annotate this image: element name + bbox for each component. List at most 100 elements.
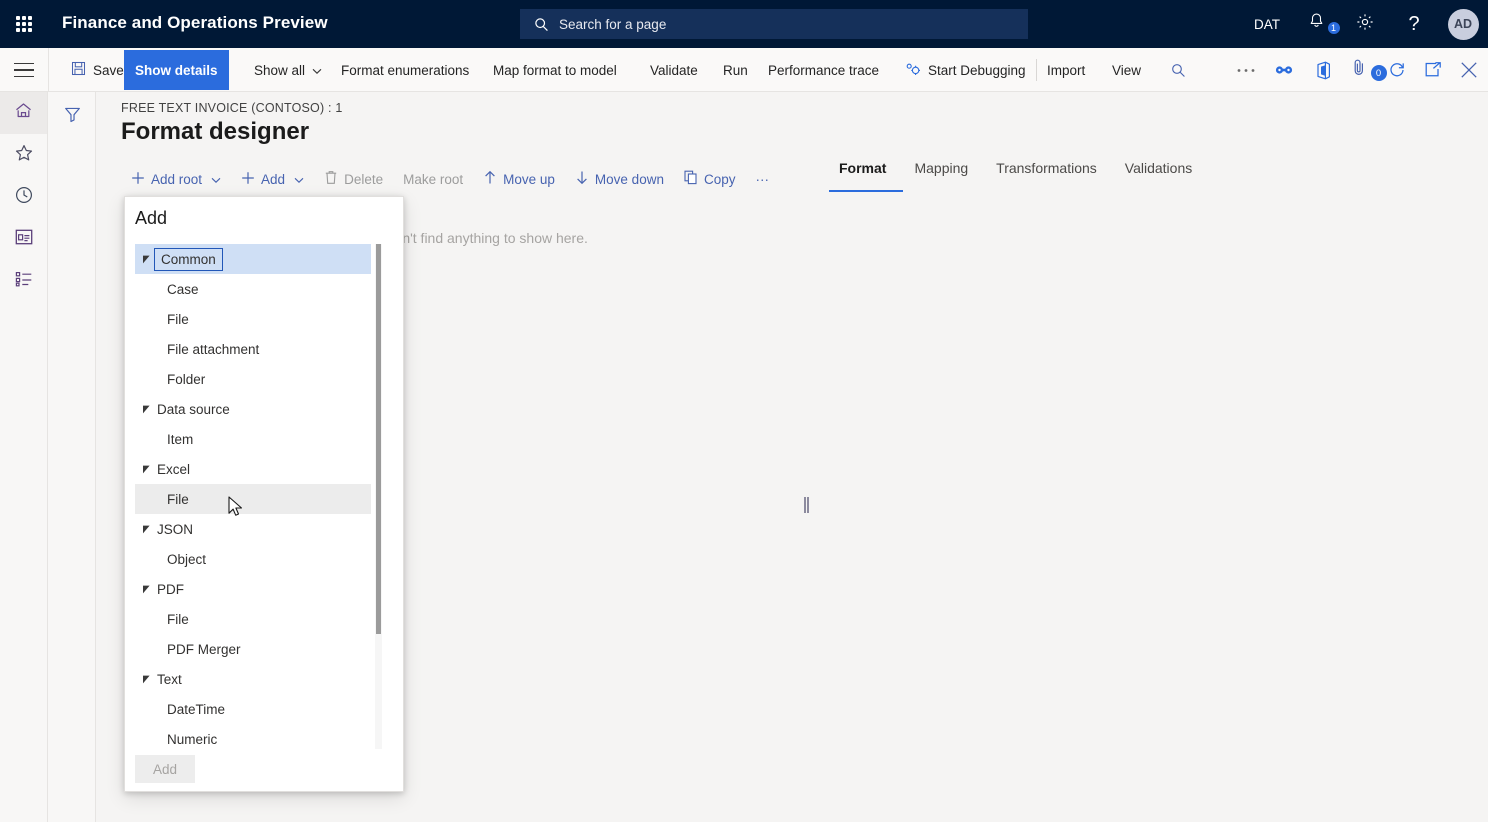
show-details-button[interactable]: Show details xyxy=(124,50,229,90)
tab-format[interactable]: Format xyxy=(825,160,900,190)
tab-mapping[interactable]: Mapping xyxy=(900,160,982,190)
overflow-ellipsis-icon[interactable] xyxy=(1227,48,1265,92)
expander-icon[interactable] xyxy=(135,465,157,474)
command-bar: Save Show details Show all Format enumer… xyxy=(0,48,1488,92)
link-icon[interactable] xyxy=(1265,48,1303,92)
tree-item-datetime[interactable]: DateTime xyxy=(135,694,371,724)
show-all-label: Show all xyxy=(254,63,305,78)
star-icon xyxy=(14,143,34,168)
app-launcher-icon[interactable] xyxy=(13,13,35,35)
expander-icon[interactable] xyxy=(135,585,157,594)
filter-icon[interactable] xyxy=(58,100,86,128)
move-down-button[interactable]: Move down xyxy=(565,163,674,195)
tree-group-excel[interactable]: Excel xyxy=(135,454,371,484)
tree-group-json[interactable]: JSON xyxy=(135,514,371,544)
add-root-button[interactable]: Add root xyxy=(121,163,231,195)
performance-trace-button[interactable]: Performance trace xyxy=(757,48,890,92)
move-down-label: Move down xyxy=(595,172,664,187)
sidebar-item-modules[interactable] xyxy=(0,260,47,302)
tree-item-label: Case xyxy=(167,282,199,297)
start-debugging-button[interactable]: Start Debugging xyxy=(894,48,1037,92)
tree-item-numeric[interactable]: Numeric xyxy=(135,724,371,749)
active-tab-underline xyxy=(829,190,903,192)
search-icon[interactable] xyxy=(1159,48,1197,92)
chevron-down-icon xyxy=(294,172,304,187)
tab-transformations[interactable]: Transformations xyxy=(982,160,1111,190)
tree-item-label: File xyxy=(167,312,189,327)
sidebar-item-home[interactable] xyxy=(0,92,47,134)
app-header: Finance and Operations Preview Search fo… xyxy=(0,0,1488,48)
global-search-input[interactable]: Search for a page xyxy=(520,9,1028,39)
tree-item-item[interactable]: Item xyxy=(135,424,371,454)
tree-item-pdf-file[interactable]: File xyxy=(135,604,371,634)
node-type-tree[interactable]: Common Case File File attachment Folder … xyxy=(135,244,381,749)
tree-item-common[interactable]: Common xyxy=(135,244,371,274)
add-button[interactable]: Add xyxy=(231,163,314,195)
expander-icon[interactable] xyxy=(135,405,157,414)
save-label: Save xyxy=(93,63,124,78)
tree-scrollbar-thumb[interactable] xyxy=(376,244,381,634)
sidebar-item-recent[interactable] xyxy=(0,176,47,218)
view-label: View xyxy=(1112,63,1141,78)
run-button[interactable]: Run xyxy=(712,48,759,92)
search-placeholder-text: Search for a page xyxy=(559,17,666,32)
modules-list-icon xyxy=(14,270,34,293)
gear-icon xyxy=(1355,12,1375,37)
tab-validations[interactable]: Validations xyxy=(1111,160,1206,190)
move-up-label: Move up xyxy=(503,172,555,187)
more-actions-button[interactable]: ··· xyxy=(745,163,779,195)
tree-item-common-file[interactable]: File xyxy=(135,304,371,334)
open-in-new-window-icon[interactable] xyxy=(1414,48,1452,92)
notifications-button[interactable]: 1 xyxy=(1298,0,1334,48)
avatar[interactable]: AD xyxy=(1445,0,1481,48)
map-format-to-model-label: Map format to model xyxy=(493,63,617,78)
sidebar-item-workspaces[interactable] xyxy=(0,218,47,260)
tree-item-file-attachment[interactable]: File attachment xyxy=(135,334,371,364)
save-icon xyxy=(71,61,86,79)
plus-icon xyxy=(131,171,145,188)
expander-icon[interactable] xyxy=(135,525,157,534)
view-button[interactable]: View xyxy=(1101,48,1152,92)
trash-icon xyxy=(324,170,338,188)
run-label: Run xyxy=(723,63,748,78)
office-app-icon[interactable] xyxy=(1303,48,1341,92)
tree-item-object[interactable]: Object xyxy=(135,544,371,574)
import-button[interactable]: Import xyxy=(1036,48,1096,92)
start-debugging-label: Start Debugging xyxy=(928,63,1026,78)
navigation-rail xyxy=(0,92,48,822)
attachments-icon[interactable]: 0 xyxy=(1340,48,1378,92)
tree-item-excel-file[interactable]: File xyxy=(135,484,371,514)
pane-splitter-handle[interactable] xyxy=(804,497,810,513)
tree-item-folder[interactable]: Folder xyxy=(135,364,371,394)
arrow-up-icon xyxy=(483,170,497,188)
workspace-icon xyxy=(14,228,34,251)
company-selector[interactable]: DAT xyxy=(1242,0,1292,48)
refresh-icon[interactable] xyxy=(1378,48,1416,92)
settings-button[interactable] xyxy=(1347,0,1383,48)
page-title: Format designer xyxy=(121,118,309,146)
tabstrip: Format Mapping Transformations Validatio… xyxy=(825,160,1206,190)
help-button[interactable]: ? xyxy=(1396,0,1432,48)
tree-group-data-source[interactable]: Data source xyxy=(135,394,371,424)
expander-icon[interactable] xyxy=(135,675,157,684)
format-enumerations-button[interactable]: Format enumerations xyxy=(330,48,480,92)
dialog-title: Add xyxy=(135,208,167,229)
dialog-add-button[interactable]: Add xyxy=(135,755,195,783)
copy-button[interactable]: Copy xyxy=(674,163,746,195)
move-up-button[interactable]: Move up xyxy=(473,163,565,195)
navigation-menu-toggle[interactable] xyxy=(11,58,37,82)
map-format-to-model-button[interactable]: Map format to model xyxy=(482,48,628,92)
tree-item-label: JSON xyxy=(157,522,193,537)
validate-button[interactable]: Validate xyxy=(639,48,709,92)
tree-item-case[interactable]: Case xyxy=(135,274,371,304)
tree-item-label: Text xyxy=(157,672,182,687)
close-icon[interactable] xyxy=(1450,48,1488,92)
show-all-button[interactable]: Show all xyxy=(243,48,333,92)
tree-item-pdf-merger[interactable]: PDF Merger xyxy=(135,634,371,664)
search-icon xyxy=(534,17,549,32)
tree-group-pdf[interactable]: PDF xyxy=(135,574,371,604)
copy-label: Copy xyxy=(704,172,736,187)
sidebar-item-favorites[interactable] xyxy=(0,134,47,176)
avatar-initials: AD xyxy=(1448,9,1479,40)
tree-group-text[interactable]: Text xyxy=(135,664,371,694)
